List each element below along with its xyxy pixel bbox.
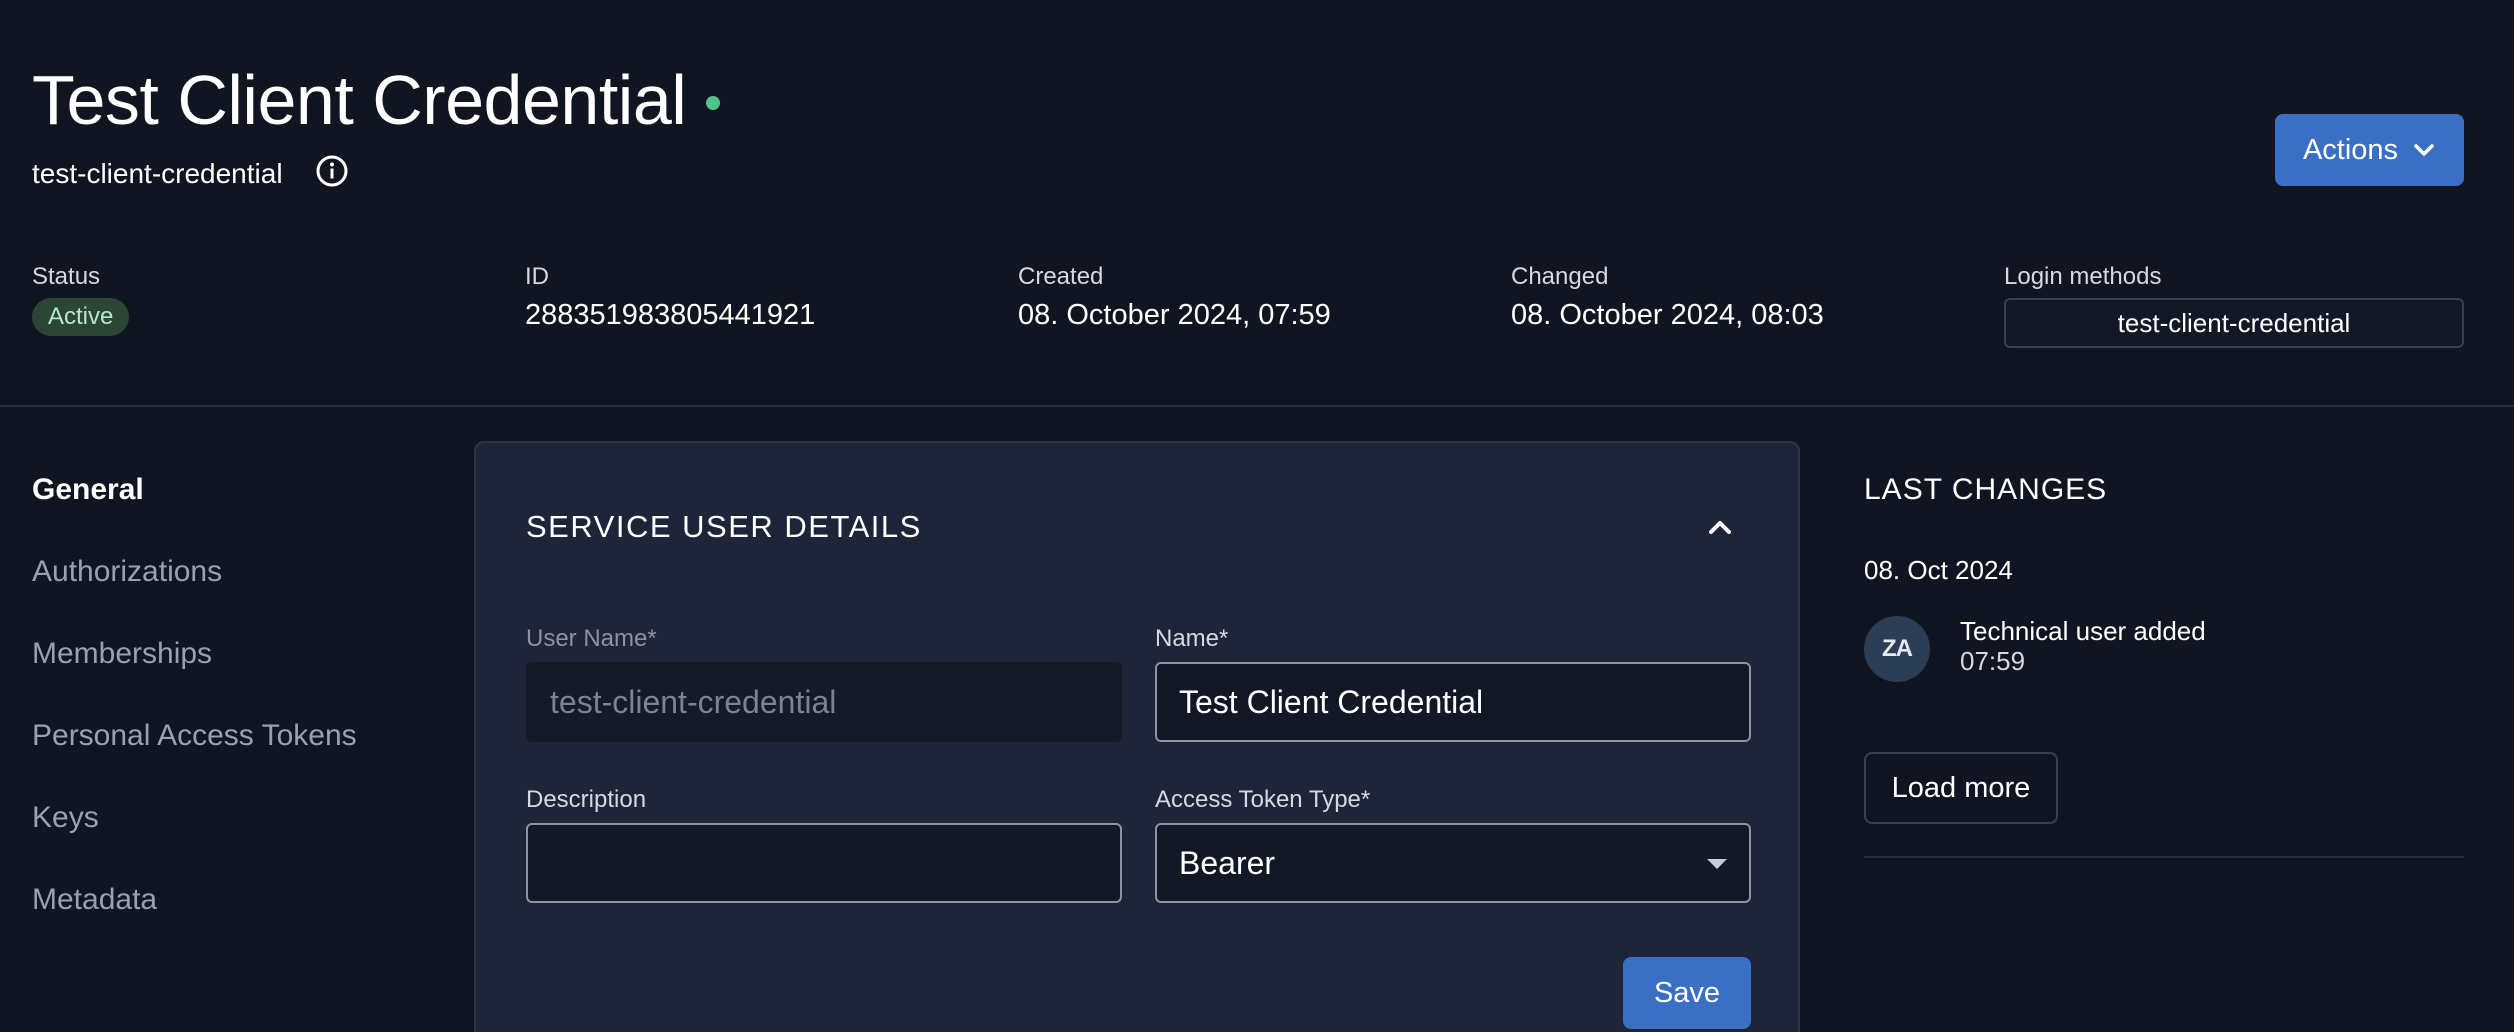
change-text: Technical user added 07:59 [1960,616,2206,676]
login-method-chip: test-client-credential [2004,298,2464,348]
status-meta: Status Active [32,262,130,336]
page-title: Test Client Credential [32,61,687,139]
created-label: Created [1018,263,1104,290]
service-user-details-card: SERVICE USER DETAILS User Name* test-cli… [474,441,1800,1032]
nav-item-memberships[interactable]: Memberships [32,629,357,711]
name-input[interactable]: Test Client Credential [1155,662,1751,742]
description-input[interactable] [526,823,1122,903]
nav-item-keys[interactable]: Keys [32,793,357,875]
change-date: 08. Oct 2024 [1864,555,2013,585]
description-label: Description [526,786,647,813]
chevron-down-icon [2412,138,2436,162]
access-token-type-value: Bearer [1179,844,1276,881]
title-row: Test Client Credential [32,60,721,140]
dropdown-arrow-icon [1707,859,1727,869]
id-value: 288351983805441921 [525,299,816,331]
save-button[interactable]: Save [1623,957,1751,1029]
info-icon[interactable] [315,154,349,188]
nav-item-authorizations[interactable]: Authorizations [32,547,357,629]
name-label: Name* [1155,625,1229,652]
divider [1864,856,2464,858]
change-title: Technical user added [1960,616,2206,646]
page-subtitle: test-client-credential [32,158,283,189]
nav-item-general[interactable]: General [32,465,357,547]
changed-value: 08. October 2024, 08:03 [1511,299,1824,331]
login-methods-meta: Login methods test-client-credential [2004,262,2464,348]
id-label: ID [525,263,549,290]
avatar: ZA [1864,616,1930,682]
page-header: Test Client Credential test-client-crede… [0,0,2514,407]
change-entry: ZA Technical user added 07:59 [1864,616,2464,682]
status-label: Status [32,263,101,290]
access-token-type-label: Access Token Type* [1155,786,1371,813]
created-meta: Created 08. October 2024, 07:59 [1018,262,1331,332]
page: Test Client Credential test-client-crede… [0,0,2514,1032]
actions-label: Actions [2302,133,2399,166]
changed-label: Changed [1511,263,1609,290]
card-title: SERVICE USER DETAILS [526,509,922,544]
login-methods-label: Login methods [2004,263,2162,290]
username-input: test-client-credential [526,662,1122,742]
chevron-up-icon[interactable] [1702,509,1738,545]
actions-button[interactable]: Actions [2275,114,2464,186]
nav-item-metadata[interactable]: Metadata [32,875,357,957]
last-changes-title: LAST CHANGES [1864,473,2108,506]
avatar-initials: ZA [1882,635,1913,662]
side-nav: General Authorizations Memberships Perso… [32,465,357,957]
subtitle-row: test-client-credential [32,155,349,190]
access-token-type-select[interactable]: Bearer [1155,823,1751,903]
change-time: 07:59 [1960,646,2026,676]
status-dot [706,96,721,110]
id-meta: ID 288351983805441921 [525,262,815,332]
last-changes-panel: LAST CHANGES 08. Oct 2024 ZA Technical u… [1864,465,2464,858]
status-badge: Active [32,298,130,336]
nav-item-personal-access-tokens[interactable]: Personal Access Tokens [32,711,357,793]
load-more-button[interactable]: Load more [1864,752,2058,824]
created-value: 08. October 2024, 07:59 [1018,299,1331,331]
username-label: User Name* [526,625,657,652]
changed-meta: Changed 08. October 2024, 08:03 [1511,262,1824,332]
